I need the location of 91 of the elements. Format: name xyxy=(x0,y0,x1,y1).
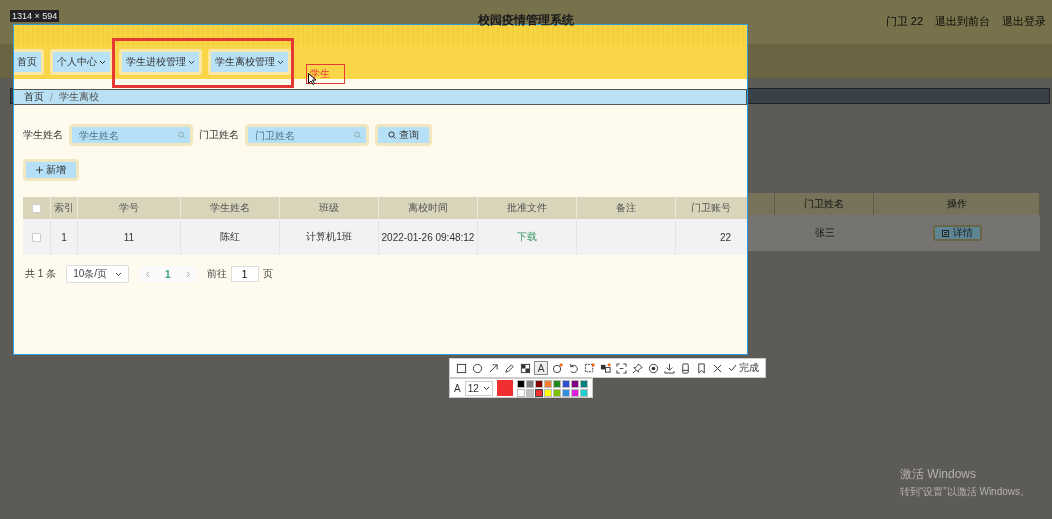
details-icon xyxy=(941,229,949,237)
text-tool[interactable]: A xyxy=(534,361,548,375)
rectangle-icon[interactable] xyxy=(454,361,468,375)
color-swatch[interactable] xyxy=(525,388,534,397)
translate-icon[interactable] xyxy=(598,361,612,375)
filter-label: 学生姓名 xyxy=(23,128,63,142)
color-swatch[interactable] xyxy=(516,388,525,397)
activation-text: 转到“设置”以激活 Windows。 xyxy=(900,485,1030,499)
caret-icon xyxy=(277,59,284,65)
column-header: 学号 xyxy=(78,197,181,219)
pencil-icon[interactable] xyxy=(502,361,516,375)
header-link[interactable]: 退出到前台 xyxy=(935,14,990,29)
page-size-select[interactable]: 10条/页 xyxy=(66,265,130,283)
nav-button[interactable]: 学生离校管理 xyxy=(208,49,291,75)
pin-icon[interactable] xyxy=(630,361,644,375)
row-checkbox[interactable] xyxy=(32,232,41,242)
color-swatch[interactable] xyxy=(570,388,579,397)
column-header: 门卫姓名 xyxy=(775,193,874,215)
download-icon[interactable] xyxy=(662,361,676,375)
column-header: 操作 xyxy=(874,193,1040,215)
page-input[interactable]: 1 xyxy=(230,266,259,282)
check-icon xyxy=(728,364,737,372)
color-swatch[interactable] xyxy=(561,379,570,388)
column-header: 门卫账号 xyxy=(676,197,747,219)
color-swatch[interactable] xyxy=(579,388,588,397)
nav-button[interactable]: 学生进校管理 xyxy=(119,49,202,75)
total-count: 共 1 条 xyxy=(25,267,57,281)
table-cell: 计算机1班 xyxy=(280,219,379,255)
search-icon xyxy=(177,131,185,139)
table-cell: 11 xyxy=(78,219,181,255)
ocr-icon[interactable] xyxy=(582,361,596,375)
search-icon xyxy=(353,131,361,139)
filter-label: 门卫姓名 xyxy=(199,128,239,142)
column-header: 班级 xyxy=(280,197,379,219)
table-cell: 2022-01-26 09:48:12 xyxy=(379,219,478,255)
table-cell: 22 xyxy=(676,219,747,255)
goto-suffix: 页 xyxy=(262,267,273,281)
color-swatch[interactable] xyxy=(552,379,561,388)
search-field[interactable]: 学生姓名 xyxy=(69,124,193,146)
table-cell: 张三 xyxy=(775,215,874,251)
caret-icon xyxy=(99,59,106,65)
column-header: 离校时间 xyxy=(379,197,478,219)
current-color-swatch[interactable] xyxy=(496,380,513,396)
breadcrumb-item: 学生离校 xyxy=(58,90,99,104)
column-header: 索引 xyxy=(51,197,78,219)
search-input[interactable]: 学生姓名 xyxy=(77,128,178,142)
search-button[interactable]: 查询 xyxy=(375,124,432,146)
scroll-capture-icon[interactable] xyxy=(614,361,628,375)
table-cell: 1 xyxy=(51,219,78,255)
column-header: 备注 xyxy=(577,197,676,219)
done-button[interactable]: 完成 xyxy=(726,361,761,375)
caret-icon xyxy=(482,385,490,391)
search-input[interactable]: 门卫姓名 xyxy=(253,128,354,142)
breadcrumb-separator: / xyxy=(50,91,53,103)
search-field[interactable]: 门卫姓名 xyxy=(245,124,369,146)
circle-icon[interactable] xyxy=(470,361,484,375)
add-button[interactable]: 新增 xyxy=(23,159,79,181)
font-label: A xyxy=(454,382,461,394)
header-link[interactable]: 退出登录 xyxy=(1002,14,1046,29)
breadcrumb-item[interactable]: 首页 xyxy=(24,90,44,104)
color-swatch[interactable] xyxy=(552,388,561,397)
nav-button[interactable]: 首页 xyxy=(14,49,44,75)
color-swatch[interactable] xyxy=(525,379,534,388)
user-label: 门卫 22 xyxy=(885,14,923,29)
color-swatch[interactable] xyxy=(561,388,570,397)
column-header: 学生姓名 xyxy=(181,197,280,219)
color-swatch[interactable] xyxy=(534,379,543,388)
record-icon[interactable] xyxy=(646,361,660,375)
caret-icon xyxy=(115,271,123,277)
color-swatch[interactable] xyxy=(534,388,543,397)
table-cell: 陈红 xyxy=(181,219,280,255)
color-swatch[interactable] xyxy=(570,379,579,388)
column-header: 批准文件 xyxy=(478,197,577,219)
details-button[interactable]: 详情 xyxy=(932,225,982,241)
number-icon[interactable] xyxy=(550,361,564,375)
activation-title: 激活 Windows xyxy=(900,466,977,483)
color-swatch[interactable] xyxy=(543,388,552,397)
plus-icon xyxy=(36,166,43,174)
table-cell xyxy=(748,215,775,251)
mosaic-icon[interactable] xyxy=(518,361,532,375)
goto-label: 前往 xyxy=(206,267,227,281)
color-swatch[interactable] xyxy=(579,379,588,388)
annotation-text: 学生 xyxy=(306,64,345,84)
caret-icon xyxy=(188,59,195,65)
size-label: 1314 × 594 xyxy=(10,10,60,22)
nav-button[interactable]: 个人中心 xyxy=(50,49,113,75)
color-swatch[interactable] xyxy=(543,379,552,388)
color-swatch[interactable] xyxy=(516,379,525,388)
font-size-select[interactable]: 12 xyxy=(464,380,493,396)
search-icon xyxy=(388,131,396,139)
select-all-checkbox[interactable] xyxy=(32,203,41,213)
